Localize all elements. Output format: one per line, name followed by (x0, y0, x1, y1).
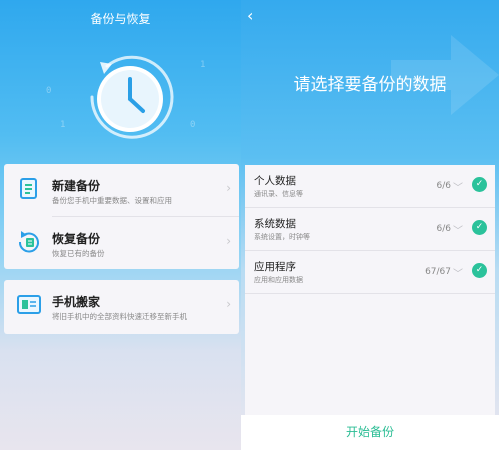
list-item-applications[interactable]: 应用程序 应用和应用数据 67/67 ﹀ ✓ (245, 251, 495, 294)
decorative-digits: 1 (200, 60, 206, 70)
phone-clone-desc: 将旧手机中的全部资料快速迁移至新手机 (52, 312, 187, 321)
backup-data-list: 个人数据 通讯录、信息等 6/6 ﹀ ✓ 系统数据 系统设置，时钟等 6/6 ﹀… (245, 165, 495, 415)
item-name: 个人数据 (254, 175, 296, 187)
decorative-digits: 1 (60, 120, 66, 130)
item-name: 应用程序 (254, 261, 296, 273)
restore-backup-title: 恢复备份 (52, 232, 101, 246)
decorative-digits: 0 (46, 86, 52, 96)
select-data-panel: ‹ 请选择要备份的数据 个人数据 通讯录、信息等 6/6 ﹀ ✓ 系统数据 系统… (241, 0, 499, 450)
item-count: 6/6 (436, 181, 451, 191)
item-count: 67/67 (425, 267, 451, 277)
page-title: 备份与恢复 (90, 12, 151, 26)
check-icon[interactable]: ✓ (472, 220, 487, 235)
restore-backup-desc: 恢复已有的备份 (52, 249, 105, 258)
decorative-digits: 0 (190, 120, 196, 130)
new-backup-item[interactable]: 新建备份 备份您手机中重要数据、设置和应用 › (4, 164, 239, 216)
backup-options-card: 新建备份 备份您手机中重要数据、设置和应用 › 恢复备份 恢复已有的备份 › (4, 164, 239, 269)
phone-clone-item[interactable]: 手机搬家 将旧手机中的全部资料快速迁移至新手机 › (4, 280, 239, 332)
check-icon[interactable]: ✓ (472, 177, 487, 192)
check-icon[interactable]: ✓ (472, 263, 487, 278)
item-name: 系统数据 (254, 218, 296, 230)
chevron-down-icon[interactable]: ﹀ (453, 179, 463, 194)
chevron-right-icon: › (226, 297, 231, 311)
list-item-personal-data[interactable]: 个人数据 通讯录、信息等 6/6 ﹀ ✓ (245, 165, 495, 208)
backup-home-panel: 备份与恢复 0 1 0 1 新建备份 备份您手机中重要数据、设置和应用 › 恢复… (0, 0, 241, 450)
phone-clone-icon (16, 292, 42, 318)
restore-backup-item[interactable]: 恢复备份 恢复已有的备份 › (4, 217, 239, 269)
select-data-title: 请选择要备份的数据 (293, 75, 447, 95)
restore-backup-icon (16, 229, 42, 255)
chevron-right-icon: › (226, 181, 231, 195)
chevron-down-icon[interactable]: ﹀ (453, 222, 463, 237)
item-desc: 应用和应用数据 (254, 276, 303, 284)
item-desc: 系统设置，时钟等 (254, 233, 310, 241)
chevron-right-icon: › (226, 234, 231, 248)
start-backup-button[interactable]: 开始备份 (241, 415, 499, 450)
new-backup-icon (16, 176, 42, 202)
chevron-down-icon[interactable]: ﹀ (453, 265, 463, 280)
new-backup-desc: 备份您手机中重要数据、设置和应用 (52, 196, 172, 205)
phone-clone-title: 手机搬家 (52, 295, 101, 309)
item-count: 6/6 (436, 224, 451, 234)
phone-clone-card: 手机搬家 将旧手机中的全部资料快速迁移至新手机 › (4, 280, 239, 334)
clock-icon (72, 42, 182, 152)
list-item-system-data[interactable]: 系统数据 系统设置，时钟等 6/6 ﹀ ✓ (245, 208, 495, 251)
back-arrow-icon[interactable]: ‹ (247, 6, 253, 25)
new-backup-title: 新建备份 (52, 179, 101, 193)
item-desc: 通讯录、信息等 (254, 190, 303, 198)
